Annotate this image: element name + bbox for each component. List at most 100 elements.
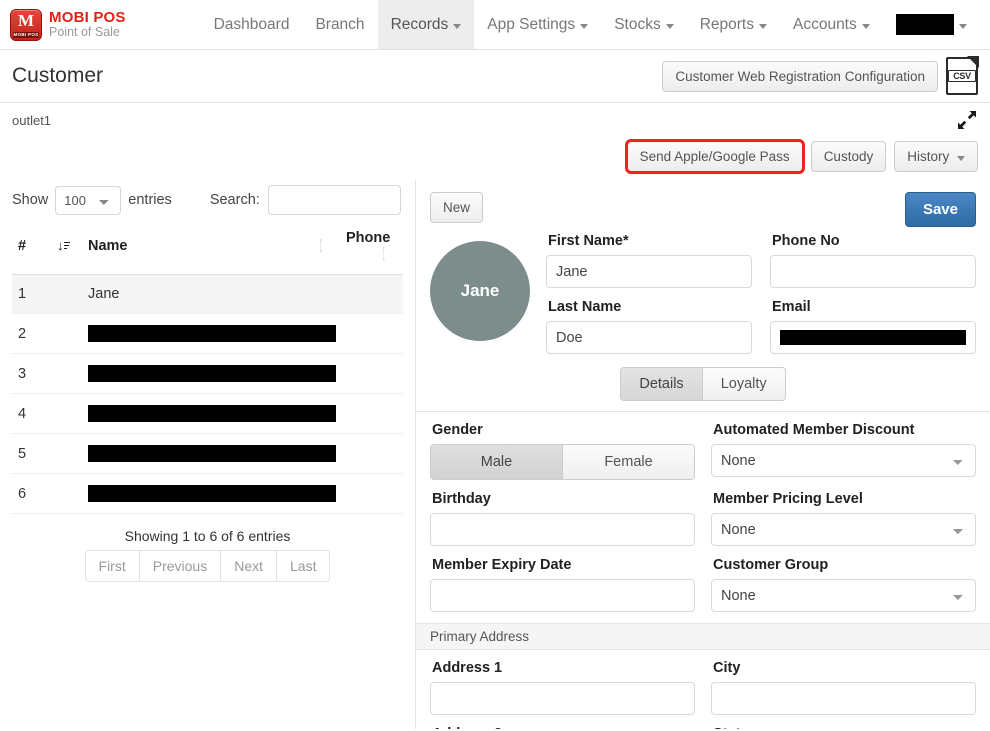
address-grid: Address 1 City Address 2 State [430, 660, 976, 729]
nav-item-reports[interactable]: Reports [687, 0, 780, 49]
city-input[interactable] [711, 682, 976, 715]
sort-icon-phone[interactable]: ↑ ↓ [378, 245, 391, 263]
nav-label-records: Records [390, 15, 449, 33]
phone-input[interactable] [770, 255, 976, 288]
table-row[interactable]: 3 [12, 353, 403, 394]
last-name-label: Last Name [548, 299, 622, 315]
table-row[interactable]: 4 [12, 393, 403, 434]
member-expiry-group: Member Expiry Date [430, 557, 695, 623]
table-row[interactable]: 2 [12, 313, 403, 354]
table-row[interactable]: 5 [12, 433, 403, 474]
page-header-actions: Customer Web Registration Configuration … [662, 56, 979, 95]
sort-bars [64, 242, 70, 251]
tab-loyalty[interactable]: Loyalty [701, 368, 785, 400]
city-label: City [713, 660, 741, 676]
nav-item-dashboard[interactable]: Dashboard [201, 0, 303, 49]
email-label: Email [772, 299, 811, 315]
nav-item-accounts[interactable]: Accounts [780, 0, 883, 49]
last-name-input[interactable] [546, 321, 752, 354]
gender-option-male[interactable]: Male [431, 445, 562, 479]
expand-arrows-icon[interactable] [956, 109, 978, 131]
phone-group: Phone No [770, 233, 976, 299]
record-action-bar: Send Apple/Google Pass Custody History [0, 137, 990, 180]
customer-table-head: # ↓ Name ↑ ↓ Phone ↑ ↓ [12, 220, 403, 275]
history-label: History [907, 149, 950, 164]
nav-label-dashboard: Dashboard [213, 15, 290, 33]
page-size-select[interactable]: 100 [55, 185, 122, 215]
sort-icon-name[interactable]: ↑ ↓ [315, 237, 328, 255]
phone-label: Phone No [772, 233, 840, 249]
show-label: Show [12, 192, 49, 208]
member-pricing-group: Member Pricing Level None [711, 491, 976, 557]
avatar: Jane [430, 241, 530, 341]
search-area: Search: [210, 185, 401, 215]
member-expiry-input[interactable] [430, 579, 695, 612]
nav-item-user-account[interactable] [883, 0, 980, 49]
custody-button[interactable]: Custody [810, 141, 887, 172]
customer-group-label: Customer Group [713, 557, 829, 573]
tab-details[interactable]: Details [621, 368, 702, 400]
search-label: Search: [209, 192, 260, 208]
column-label-name: Name [88, 238, 128, 254]
brand-name: MOBI POS [49, 9, 126, 27]
nav-item-records[interactable]: Records [377, 0, 475, 49]
identity-fields: First Name* Phone No Last Name Email [546, 233, 976, 365]
history-button[interactable]: History [894, 141, 978, 172]
pagination-last[interactable]: Last [276, 550, 331, 582]
sort-arrow-down: ↓ [381, 251, 387, 263]
cell-number: 6 [12, 473, 82, 514]
column-header-number[interactable]: # ↓ [12, 220, 82, 275]
nav-item-branch[interactable]: Branch [302, 0, 377, 49]
email-input[interactable] [770, 321, 976, 354]
pagination-next[interactable]: Next [220, 550, 276, 582]
identity-row: Jane First Name* Phone No Last Name [430, 233, 976, 365]
table-header-row: # ↓ Name ↑ ↓ Phone ↑ ↓ [12, 220, 403, 275]
redaction-bar [88, 365, 336, 382]
first-name-label: First Name* [548, 233, 629, 249]
nav-item-app-settings[interactable]: App Settings [474, 0, 601, 49]
chevron-down-icon [665, 23, 674, 29]
cell-number: 4 [12, 393, 82, 434]
column-header-phone[interactable]: Phone ↑ ↓ [340, 220, 403, 275]
member-pricing-select[interactable]: None [711, 513, 976, 546]
csv-export-icon[interactable]: CSV [946, 56, 979, 95]
send-apple-google-pass-button[interactable]: Send Apple/Google Pass [624, 139, 805, 174]
nav-item-stocks[interactable]: Stocks [601, 0, 687, 49]
save-button[interactable]: Save [904, 192, 976, 227]
chevron-down-icon [580, 23, 589, 29]
outlet-name: outlet1 [12, 112, 52, 128]
member-expiry-label: Member Expiry Date [432, 557, 572, 573]
table-row[interactable]: 1 Jane [12, 274, 403, 314]
state-label: State [713, 726, 976, 729]
search-input[interactable] [267, 185, 401, 215]
gender-option-female[interactable]: Female [562, 445, 694, 479]
table-row[interactable]: 6 [12, 473, 403, 514]
birthday-input[interactable] [430, 513, 695, 546]
nav-label-app-settings: App Settings [487, 15, 576, 33]
brand-logo-area[interactable]: M MOBI POS MOBI POS Point of Sale [0, 0, 126, 49]
address1-input[interactable] [430, 682, 695, 715]
customer-table-body: 1 Jane 2 3 4 5 6 [12, 274, 403, 514]
sort-icon-active[interactable]: ↓ [57, 238, 70, 254]
pagination-first[interactable]: First [84, 550, 139, 582]
primary-address-section-header: Primary Address [416, 623, 990, 650]
cell-phone [340, 473, 403, 514]
pagination-previous[interactable]: Previous [138, 550, 221, 582]
customer-group-select[interactable]: None [711, 579, 976, 612]
cell-name: Jane [82, 274, 340, 314]
member-pricing-label: Member Pricing Level [713, 491, 863, 507]
column-label-number: # [18, 238, 27, 254]
first-name-input[interactable] [546, 255, 752, 288]
auto-discount-select[interactable]: None [711, 444, 976, 477]
address2-group: Address 2 [430, 726, 695, 729]
page-header: Customer Customer Web Registration Confi… [0, 50, 990, 103]
details-tab-panel: Gender Male Female Automated Member Disc… [416, 411, 990, 729]
customer-list-pane: Show 100 entries Search: # ↓ Name ↑ ↓ Ph… [0, 180, 415, 729]
column-header-name[interactable]: Name ↑ ↓ [82, 220, 340, 275]
new-button[interactable]: New [430, 192, 484, 223]
customer-web-registration-configuration-button[interactable]: Customer Web Registration Configuration [662, 60, 938, 92]
sort-arrow-down: ↓ [318, 243, 324, 255]
brand-tagline: Point of Sale [49, 24, 120, 39]
address1-label: Address 1 [432, 660, 503, 676]
datatable-controls: Show 100 entries Search: [12, 180, 403, 220]
